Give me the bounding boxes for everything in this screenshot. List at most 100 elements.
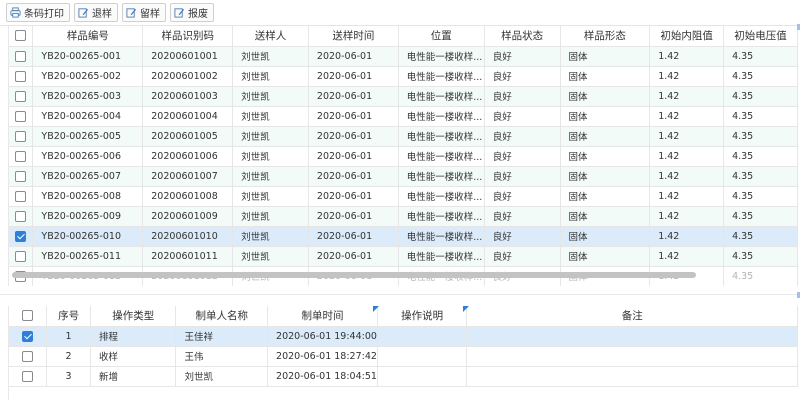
table-cell: 1.42	[649, 246, 725, 267]
table-row[interactable]: 3 新增 刘世凯 2020-06-01 18:04:51	[9, 366, 798, 387]
table-cell: 20200601010	[142, 226, 234, 247]
table-cell: 4.35	[723, 126, 798, 147]
table-cell: YB20-00265-004	[32, 106, 144, 127]
select-all-checkbox[interactable]	[15, 30, 27, 42]
table-cell: 刘世凯	[232, 146, 309, 167]
table-row[interactable]: 1 排程 王佳祥 2020-06-01 19:44:00	[9, 326, 798, 347]
column-header[interactable]: 初始电压值	[723, 26, 798, 47]
table-cell: 4.35	[723, 66, 798, 87]
column-header[interactable]: 样品形态	[560, 26, 651, 47]
table-cell: 2020-06-01 18:27:42	[267, 346, 378, 367]
table-cell: 固体	[560, 246, 651, 267]
row-select-cell	[9, 366, 48, 387]
row-select-cell	[9, 166, 34, 187]
table-cell: 刘世凯	[232, 206, 309, 227]
table-cell: 20200601002	[142, 66, 234, 87]
printer-icon	[10, 7, 21, 18]
table-row[interactable]: YB20-00265-006 20200601006 刘世凯 2020-06-01 电性…	[9, 146, 798, 167]
row-select-cell	[9, 206, 34, 227]
toolbar-button-label: 条码打印	[24, 9, 64, 20]
row-checkbox[interactable]	[22, 330, 34, 342]
table-cell: 刘世凯	[232, 66, 309, 87]
row-checkbox[interactable]	[15, 90, 27, 102]
operation-table: 序号 操作类型 制单人名称 制单时间 操作说明 备注 1 排程 王佳祥 2020-06-01 1…	[9, 306, 798, 387]
table-row[interactable]: YB20-00265-010 20200601010 刘世凯 2020-06-01 电性…	[9, 226, 798, 247]
row-checkbox[interactable]	[15, 230, 27, 242]
row-checkbox[interactable]	[15, 150, 27, 162]
column-header[interactable]: 备注	[466, 306, 798, 327]
toolbar-button-0[interactable]: 条码打印	[6, 3, 70, 22]
column-header[interactable]: 样品状态	[484, 26, 561, 47]
panel-divider[interactable]	[0, 294, 800, 295]
column-header[interactable]: 操作类型	[90, 306, 177, 327]
table-cell: 刘世凯	[232, 86, 309, 107]
select-all-header	[9, 306, 48, 327]
column-header[interactable]: 样品识别码	[142, 26, 234, 47]
table-cell: 固体	[560, 66, 651, 87]
table-row[interactable]: YB20-00265-011 20200601011 刘世凯 2020-06-01 电性…	[9, 246, 798, 267]
table-cell: 2020-06-01	[308, 126, 399, 147]
table-cell: 2020-06-01	[308, 66, 399, 87]
table-cell: YB20-00265-006	[32, 146, 144, 167]
table-row[interactable]: YB20-00265-001 20200601001 刘世凯 2020-06-01 电性…	[9, 46, 798, 67]
table-cell: 2020-06-01	[308, 146, 399, 167]
table-cell	[377, 346, 468, 367]
row-select-cell	[9, 186, 34, 207]
column-header[interactable]: 操作说明	[377, 306, 468, 327]
toolbar-button-1[interactable]: 退样	[74, 3, 118, 22]
row-checkbox[interactable]	[15, 70, 27, 82]
edit-icon	[126, 7, 137, 18]
table-row[interactable]: YB20-00265-009 20200601009 刘世凯 2020-06-01 电性…	[9, 206, 798, 227]
column-header[interactable]: 初始内阻值	[649, 26, 725, 47]
toolbar-button-2[interactable]: 留样	[122, 3, 166, 22]
table-cell: 2020-06-01	[308, 46, 399, 67]
column-header[interactable]: 序号	[46, 306, 91, 327]
table-row[interactable]: YB20-00265-003 20200601003 刘世凯 2020-06-01 电性…	[9, 86, 798, 107]
table-cell: 固体	[560, 206, 651, 227]
table-cell: 新增	[90, 366, 177, 387]
row-checkbox[interactable]	[15, 50, 27, 62]
column-header[interactable]: 样品编号	[32, 26, 144, 47]
table-cell: YB20-00265-007	[32, 166, 144, 187]
select-all-checkbox[interactable]	[22, 310, 34, 322]
select-all-header	[9, 26, 34, 47]
table-cell: 20200601003	[142, 86, 234, 107]
column-marker	[463, 306, 469, 312]
table-row[interactable]: 2 收样 王伟 2020-06-01 18:27:42	[9, 346, 798, 367]
row-checkbox[interactable]	[15, 190, 27, 202]
column-header[interactable]: 制单时间	[267, 306, 378, 327]
table-row[interactable]: YB20-00265-005 20200601005 刘世凯 2020-06-01 电性…	[9, 126, 798, 147]
toolbar: 条码打印 退样 留样 报废	[0, 0, 800, 26]
column-header[interactable]: 送样人	[232, 26, 309, 47]
row-select-cell	[9, 106, 34, 127]
table-row[interactable]: YB20-00265-007 20200601007 刘世凯 2020-06-01 电性…	[9, 166, 798, 187]
table-row[interactable]: YB20-00265-004 20200601004 刘世凯 2020-06-01 电性…	[9, 106, 798, 127]
row-checkbox[interactable]	[15, 170, 27, 182]
column-header[interactable]: 位置	[398, 26, 485, 47]
table-cell: 刘世凯	[232, 126, 309, 147]
table-cell: 良好	[484, 186, 561, 207]
horizontal-scrollbar[interactable]	[12, 272, 696, 278]
table-cell: YB20-00265-005	[32, 126, 144, 147]
column-header[interactable]: 送样时间	[308, 26, 399, 47]
row-checkbox[interactable]	[15, 250, 27, 262]
row-checkbox[interactable]	[22, 350, 34, 362]
sample-grid: 样品编号 样品识别码 送样人 送样时间 位置 样品状态 样品形态 初始内阻值 初始电压值 YB2…	[8, 26, 798, 286]
table-cell	[377, 326, 468, 347]
table-cell: YB20-00265-001	[32, 46, 144, 67]
toolbar-button-3[interactable]: 报废	[170, 3, 214, 22]
row-checkbox[interactable]	[15, 130, 27, 142]
column-header[interactable]: 制单人名称	[175, 306, 269, 327]
row-select-cell	[9, 46, 34, 67]
table-cell: 电性能一楼收样...	[398, 246, 485, 267]
table-row[interactable]: YB20-00265-008 20200601008 刘世凯 2020-06-01 电性…	[9, 186, 798, 207]
table-cell	[466, 366, 798, 387]
row-checkbox[interactable]	[15, 210, 27, 222]
row-checkbox[interactable]	[15, 110, 27, 122]
row-checkbox[interactable]	[22, 370, 34, 382]
table-row[interactable]: YB20-00265-002 20200601002 刘世凯 2020-06-01 电性…	[9, 66, 798, 87]
table-cell: 刘世凯	[232, 106, 309, 127]
table-cell: 电性能一楼收样...	[398, 106, 485, 127]
table-cell: 1.42	[649, 126, 725, 147]
table-cell: 刘世凯	[175, 366, 269, 387]
